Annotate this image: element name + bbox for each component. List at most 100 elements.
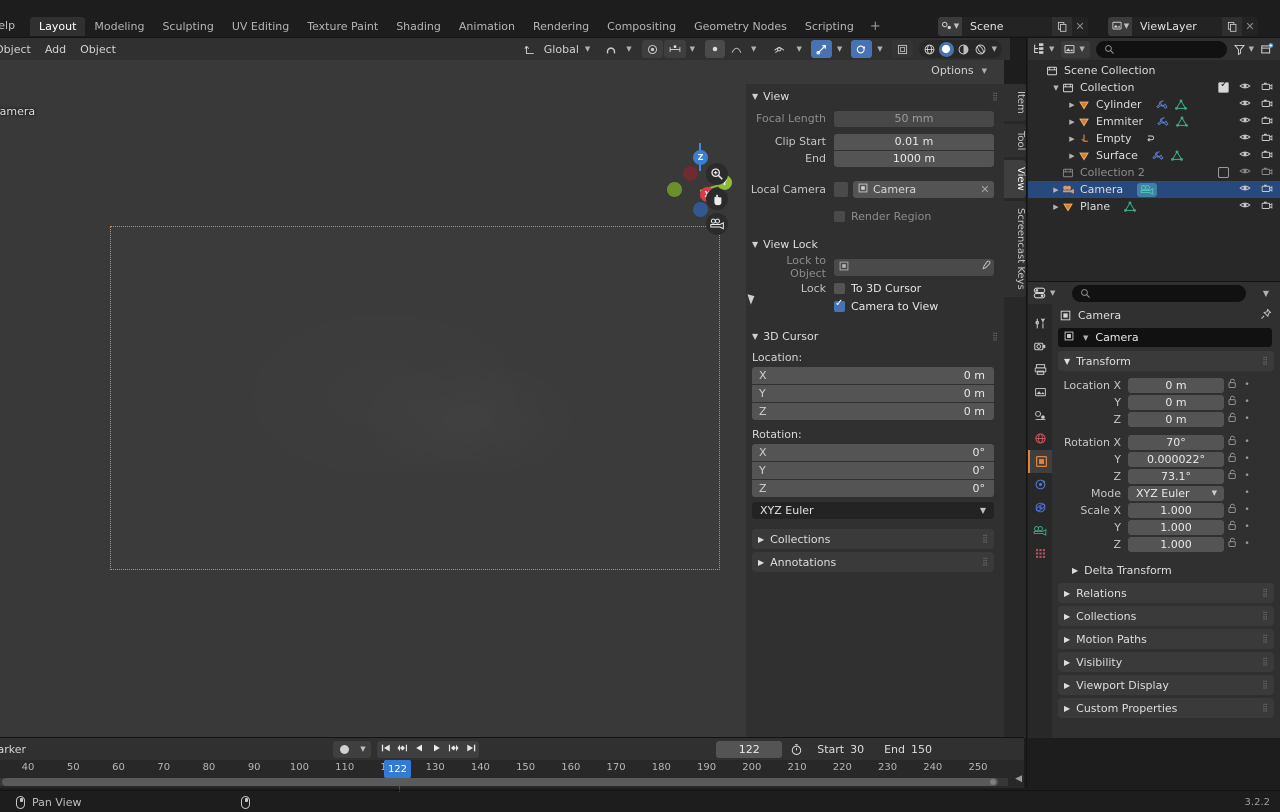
shading-solid-icon[interactable]	[938, 41, 954, 57]
properties-panel-viewport-display[interactable]: ▶ Viewport Display ⣿	[1058, 675, 1274, 695]
drag-grip-icon[interactable]: ⣿	[1262, 704, 1268, 712]
outliner-filter-id[interactable]: ▼	[1061, 40, 1090, 58]
properties-tab-tool[interactable]	[1028, 312, 1052, 335]
mesh-data-icon[interactable]	[1124, 200, 1137, 213]
sidebar-section-annotations[interactable]: ▶ Annotations ⣿	[752, 552, 994, 572]
gizmo-axis-neg-y[interactable]	[667, 182, 682, 197]
gizmo-axis-neg-z[interactable]	[693, 202, 708, 217]
drag-grip-icon[interactable]: ⣿	[982, 558, 988, 566]
pin-icon[interactable]	[1260, 308, 1272, 323]
chevron-down-icon[interactable]: ▼	[582, 45, 593, 53]
lock-icon[interactable]	[1224, 503, 1240, 517]
animate-property-dot[interactable]: •	[1240, 437, 1254, 447]
proportional-edit-icon[interactable]	[641, 40, 663, 58]
scene-icon[interactable]: ▼	[938, 16, 962, 36]
chevron-down-icon[interactable]: ▼	[748, 45, 759, 53]
properties-panel-delta-transform[interactable]: ▶ Delta Transform	[1066, 560, 1274, 580]
properties-tab-view-layer[interactable]	[1028, 381, 1052, 404]
shading-wireframe-icon[interactable]	[922, 42, 937, 57]
animate-property-dot[interactable]: •	[1240, 539, 1254, 549]
to-3d-cursor-checkbox[interactable]: To 3D Cursor	[834, 280, 921, 297]
scene-id-field[interactable]: ▼ Scene ✕	[938, 16, 1088, 36]
lock-icon[interactable]	[1224, 412, 1240, 426]
eye-icon[interactable]	[1239, 149, 1251, 162]
location-z-field[interactable]: 0 m	[1128, 411, 1224, 427]
workspace-tab-geometry-nodes[interactable]: Geometry Nodes	[685, 17, 796, 36]
lock-icon[interactable]	[1224, 378, 1240, 392]
modifier-icon[interactable]	[1152, 150, 1164, 162]
scale-x-field[interactable]: 1.000	[1128, 502, 1224, 518]
outliner-row[interactable]: ▶ Cylinder	[1028, 96, 1280, 113]
snap-icon[interactable]	[600, 40, 622, 58]
drag-grip-icon[interactable]: ⣿	[992, 332, 998, 340]
sidebar-tab-view[interactable]: View	[1004, 160, 1026, 198]
sidebar-section-3dcursor-header[interactable]: ▼ 3D Cursor ⣿	[746, 327, 1004, 346]
properties-tab-texture[interactable]	[1028, 542, 1052, 565]
modifier-icon[interactable]	[1155, 99, 1168, 111]
camera-icon[interactable]	[1261, 200, 1273, 214]
workspace-tab-animation[interactable]: Animation	[450, 17, 524, 36]
rotation-z-field[interactable]: 73.1°	[1128, 468, 1224, 484]
chevron-down-icon[interactable]: ▼	[834, 45, 845, 53]
lock-icon[interactable]	[1224, 520, 1240, 534]
workspace-tab-rendering[interactable]: Rendering	[524, 17, 598, 36]
animate-property-dot[interactable]: •	[1240, 522, 1254, 532]
divider-outliner-properties[interactable]	[1028, 281, 1280, 282]
animate-property-dot[interactable]: •	[1240, 397, 1254, 407]
lock-icon[interactable]	[1224, 395, 1240, 409]
clip-start-field[interactable]: 0.01 m	[834, 133, 994, 150]
camera-view-icon[interactable]	[706, 213, 728, 235]
sidebar-section-view-header[interactable]: ▼ View ⣿	[746, 87, 1004, 106]
local-camera-toggle[interactable]	[834, 181, 848, 197]
shading-mode-group[interactable]: ▼	[918, 40, 1002, 58]
gizmo-axis-z[interactable]: Z	[693, 150, 708, 165]
camera-icon[interactable]	[1261, 166, 1273, 180]
visibility-eye-icon[interactable]	[769, 40, 791, 58]
outliner-row[interactable]: Collection 2	[1028, 164, 1280, 181]
lock-to-object-field[interactable]	[834, 258, 994, 276]
drag-grip-icon[interactable]: ⣿	[1262, 681, 1268, 689]
eye-icon[interactable]	[1239, 166, 1251, 179]
properties-editor-type-icon[interactable]: ▼	[1032, 286, 1058, 300]
viewlayer-id-field[interactable]: ▼ ViewLayer ✕	[1108, 16, 1258, 36]
eye-icon[interactable]	[1239, 200, 1251, 213]
location-x-field[interactable]: 0 m	[1128, 377, 1224, 393]
properties-tab-scene[interactable]	[1028, 404, 1052, 427]
menu-object-mode[interactable]: Object	[0, 41, 38, 58]
chevron-down-icon[interactable]: ▼	[355, 740, 371, 758]
workspace-tab-texture-paint[interactable]: Texture Paint	[298, 17, 387, 36]
drag-grip-icon[interactable]: ⣿	[1262, 658, 1268, 666]
outliner-filter-button[interactable]: ▼	[1233, 43, 1257, 56]
workspace-tab-shading[interactable]: Shading	[387, 17, 450, 36]
drag-grip-icon[interactable]: ⣿	[992, 92, 998, 100]
rotation-mode-field[interactable]: XYZ Euler ▼	[1128, 485, 1224, 501]
chevron-down-icon[interactable]: ▼	[1050, 84, 1062, 92]
lock-icon[interactable]	[1224, 452, 1240, 466]
scene-name[interactable]: Scene	[962, 20, 1052, 33]
sidebar-section-collections[interactable]: ▶ Collections ⣿	[752, 529, 994, 549]
properties-tab-physics[interactable]	[1028, 496, 1052, 519]
outliner-row[interactable]: ▶ Emmiter	[1028, 113, 1280, 130]
properties-tab-object[interactable]	[1028, 450, 1052, 473]
properties-tab-render[interactable]	[1028, 335, 1052, 358]
play-reverse-icon[interactable]	[411, 743, 428, 756]
cursor-rotation-z[interactable]: Z 0°	[752, 480, 994, 497]
chevron-down-icon[interactable]: ▼	[874, 45, 885, 53]
xray-icon[interactable]	[891, 40, 913, 58]
zoom-icon[interactable]	[706, 163, 728, 185]
menu-help[interactable]: Help	[0, 17, 23, 34]
camera-to-view-checkbox[interactable]: Camera to View	[834, 298, 938, 315]
outliner-row[interactable]: ▶ Empty	[1028, 130, 1280, 147]
outliner-row[interactable]: ▼ Collection ✓	[1028, 79, 1280, 96]
drag-grip-icon[interactable]: ⣿	[1262, 357, 1268, 365]
auto-keying-button[interactable]	[333, 740, 355, 758]
drag-grip-icon[interactable]: ⣿	[1262, 635, 1268, 643]
lock-icon[interactable]	[1224, 435, 1240, 449]
current-frame-field[interactable]: 122	[716, 740, 783, 758]
animate-property-dot[interactable]: •	[1240, 454, 1254, 464]
chevron-down-icon[interactable]: ▼	[623, 45, 634, 53]
chevron-down-icon[interactable]: ▼	[687, 45, 698, 53]
timeline-playhead[interactable]: 122	[383, 760, 412, 778]
remove-viewlayer-icon[interactable]: ✕	[1242, 20, 1258, 33]
drag-grip-icon[interactable]: ⣿	[1262, 589, 1268, 597]
